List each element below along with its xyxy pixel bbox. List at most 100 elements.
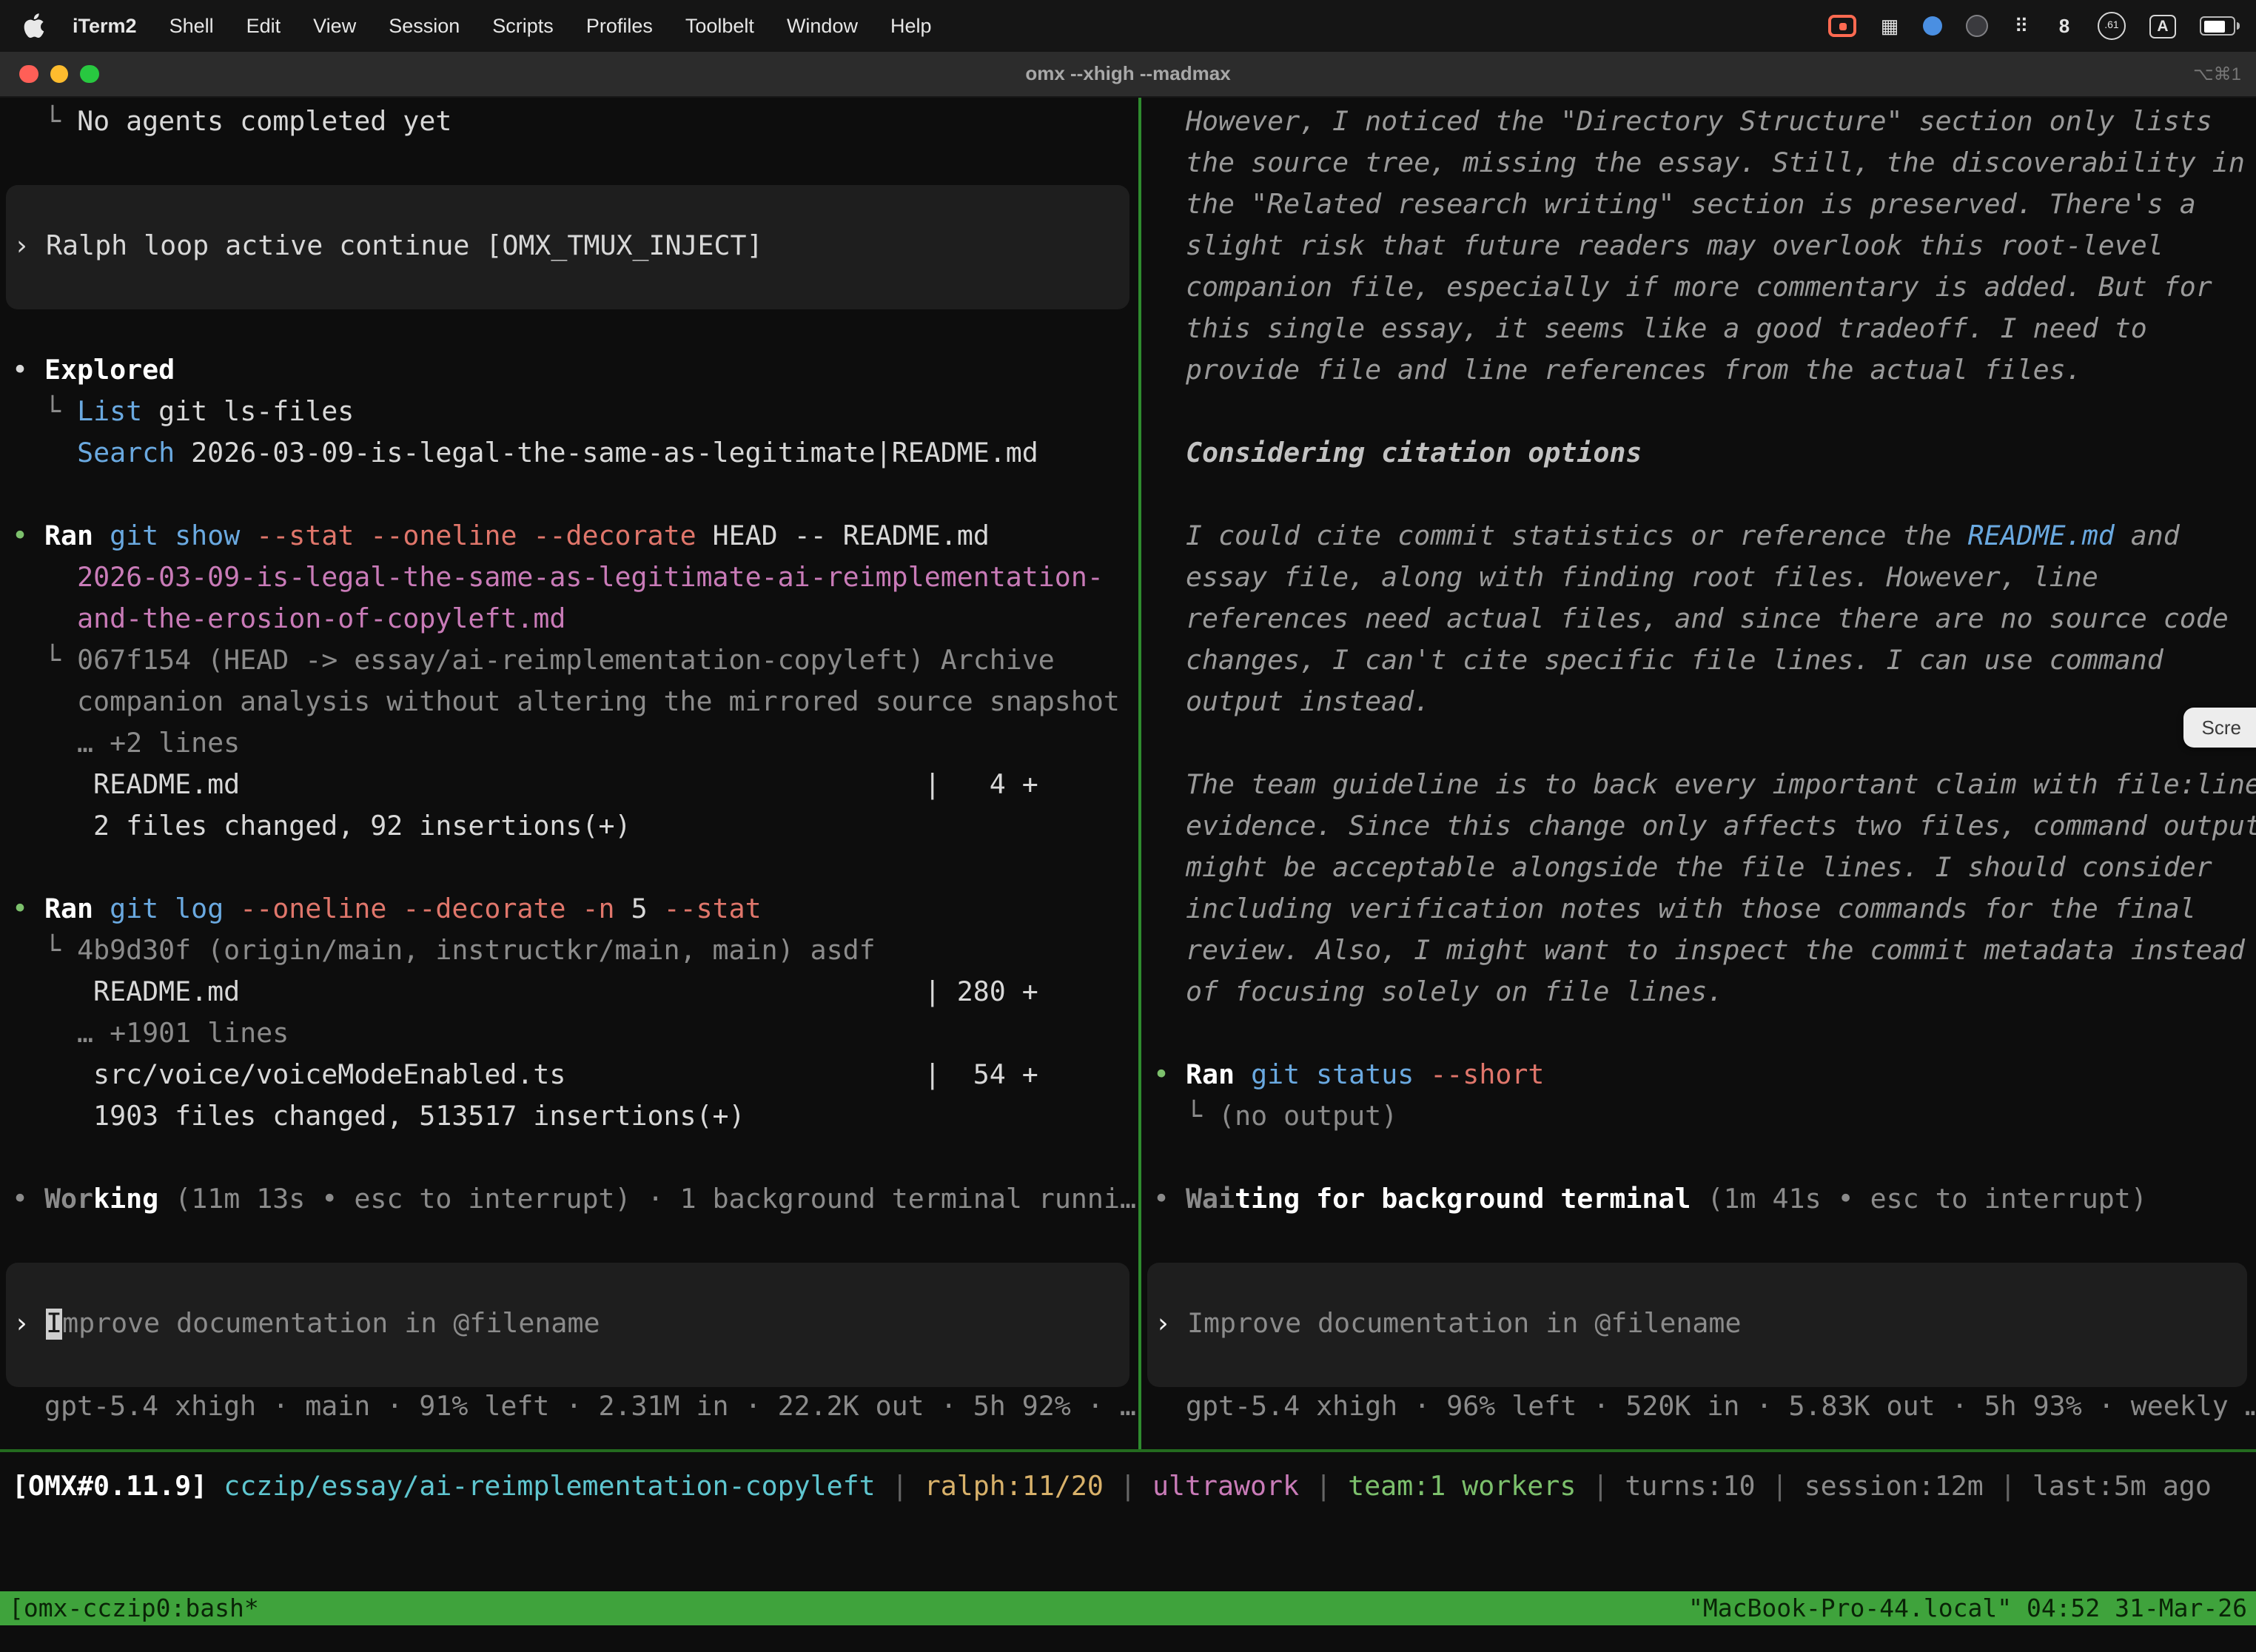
text-segment: … +1901 lines [12,1018,289,1050]
menu-item-scripts[interactable]: Scripts [476,15,570,37]
text-segment: (no output) [1218,1101,1397,1132]
terminal-line: this single essay, it seems like a good … [1141,309,2256,351]
text-segment: 2 files changed, 92 insertions(+) [12,811,631,842]
title-bar[interactable]: omx --xhigh --madmax ⌥⌘1 [0,52,2256,98]
apple-menu-icon[interactable] [0,13,56,38]
text-segment [240,521,256,552]
terminal-line [1141,1138,2256,1180]
menu-item-session[interactable]: Session [372,15,476,37]
text-segment: HEAD -- README.md [696,521,990,552]
prompt-input[interactable]: › Improve documentation in @filename [1147,1263,2247,1387]
prompt-input[interactable]: › Improve documentation in @filename [6,1263,1129,1387]
text-segment: README.md | 4 + [12,770,1038,801]
model-status-line: gpt-5.4 xhigh · main · 91% left · 2.31M … [0,1387,1138,1428]
text-segment: the "Related research writing" section i… [1153,189,2196,221]
screen-share-chip[interactable]: Scre [2184,708,2256,748]
text-segment: 1903 files changed, 513517 insertions(+) [12,1101,745,1132]
dots-grid-icon[interactable]: ⠿ [2012,13,2031,38]
terminal-line: └ (no output) [1141,1097,2256,1138]
terminal-line: └ 4b9d30f (origin/main, instructkr/main,… [0,931,1138,973]
text-segment: --short [1430,1060,1544,1091]
left-terminal-pane[interactable]: └ No agents completed yet› Ralph loop ac… [0,98,1138,1449]
menu-item-shell[interactable]: Shell [153,15,230,37]
terminal-line: I could cite commit statistics or refere… [1141,517,2256,558]
right-terminal-pane[interactable]: However, I noticed the "Directory Struct… [1141,98,2256,1449]
battery-gauge-icon[interactable]: .61 [2098,12,2126,40]
text-segment: gpt-5.4 xhigh · 96% left · 520K in · 5.8… [1153,1391,2256,1423]
menu-item-view[interactable]: View [297,15,372,37]
input-source-icon[interactable]: A [2149,14,2176,38]
text-segment: Ralph loop active continue [OMX_TMUX_INJ… [46,231,763,262]
text-segment: The team guideline is to back every impo… [1153,770,2256,801]
menu-item-toolbelt[interactable]: Toolbelt [669,15,771,37]
terminal-line: • Ran git log --oneline --decorate -n 5 … [0,890,1138,931]
text-segment [12,604,77,635]
text-segment: └ [1153,1101,1218,1132]
terminal-line [0,144,1138,185]
text-segment: • [12,1184,44,1215]
text-segment: evidence. Since this change only affects… [1153,811,2256,842]
text-segment: review. Also, I might want to inspect th… [1153,936,2245,967]
terminal-line [0,848,1138,890]
text-segment [12,438,77,469]
terminal-line: • Working (11m 13s • esc to interrupt) ·… [0,1180,1138,1221]
text-segment: └ [12,107,77,138]
tmux-status-bar: [omx-cczip0:bash* "MacBook-Pro-44.local"… [0,1591,2256,1625]
text-segment: --oneline --decorate -n [240,894,614,925]
text-segment: └ [12,645,77,676]
tmux-session-label: [omx-cczip0:bash* [9,1594,259,1622]
terminal-line: changes, I can't cite specific file line… [1141,641,2256,682]
text-segment: (1m 41s • esc to interrupt) [1708,1184,2147,1215]
menu-item-help[interactable]: Help [874,15,948,37]
number-badge-icon[interactable]: 8 [2055,13,2074,38]
menu-item-edit[interactable]: Edit [230,15,298,37]
terminal-line: The team guideline is to back every impo… [1141,765,2256,807]
terminal-line: … +2 lines [0,724,1138,765]
text-segment: provide file and line references from th… [1153,355,2082,386]
terminal-line: might be acceptable alongside the file l… [1141,848,2256,890]
terminal-line [0,1221,1138,1263]
terminal-line [1141,475,2256,517]
text-segment: However, I noticed the "Directory Struct… [1153,107,2212,138]
text-segment [93,521,110,552]
terminal-line: Search 2026-03-09-is-legal-the-same-as-l… [0,434,1138,475]
terminal-line: provide file and line references from th… [1141,351,2256,392]
text-segment: cczip/essay/ai-reimplementation-copyleft [224,1471,876,1502]
menu-item-profiles[interactable]: Profiles [570,15,669,37]
text-segment: | [876,1471,924,1502]
terminal-line: companion file, especially if more comme… [1141,268,2256,309]
menu-item-iterm2[interactable]: iTerm2 [56,15,153,37]
text-segment: this single essay, it seems like a good … [1153,314,2147,345]
text-segment: Wai [1186,1184,1235,1215]
text-segment [1414,1060,1430,1091]
text-segment [93,894,110,925]
text-segment: Improve documentation in @filename [1187,1309,1741,1340]
text-segment: 067f154 (HEAD -> essay/ai-reimplementati… [77,645,1055,676]
text-segment: README.md | 280 + [12,977,1038,1008]
terminal-line: companion analysis without altering the … [0,682,1138,724]
menu-item-window[interactable]: Window [771,15,874,37]
text-segment: | [1756,1471,1805,1502]
dark-app-icon[interactable] [1966,15,1988,37]
terminal-line: … +1901 lines [0,1014,1138,1055]
screen-recording-indicator-icon[interactable] [1828,15,1856,37]
text-segment: --stat --oneline --decorate [256,521,696,552]
text-segment: | [1576,1471,1625,1502]
terminal-line: README.md | 4 + [0,765,1138,807]
text-segment: of focusing solely on file lines. [1153,977,1723,1008]
terminal-line: 2026-03-09-is-legal-the-same-as-legitima… [0,558,1138,600]
blue-app-icon[interactable] [1923,16,1942,36]
text-segment: Explored [44,355,175,386]
battery-icon[interactable] [2200,16,2235,36]
terminal-line [0,309,1138,351]
text-segment: king [93,1184,158,1215]
text-segment: Ran [1186,1060,1235,1091]
terminal-line: references need actual files, and since … [1141,600,2256,641]
text-segment: 1 background terminal runni… [680,1184,1136,1215]
menu-status-icons: ▦ ⠿ 8 .61 A [1828,12,2256,40]
window-grid-icon[interactable]: ▦ [1880,13,1899,38]
text-segment: [OMX#0.11.9] [12,1471,224,1502]
text-segment: git status [1251,1060,1414,1091]
text-segment: session:12m [1805,1471,1984,1502]
text-segment: slight risk that future readers may over… [1153,231,2163,262]
